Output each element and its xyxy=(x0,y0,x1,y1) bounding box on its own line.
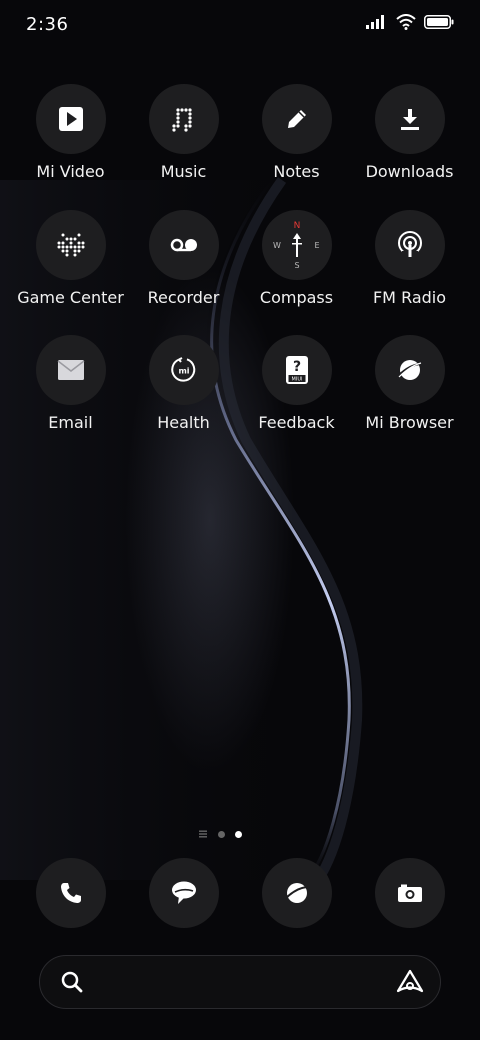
app-drawer-lines-icon xyxy=(199,830,207,838)
compass-west-label: W xyxy=(273,241,281,250)
mi-health-icon: mi xyxy=(170,357,195,382)
download-icon xyxy=(400,109,419,130)
app-compass[interactable]: N W E S Compass xyxy=(240,210,353,307)
health-mi-label: mi xyxy=(178,367,189,376)
app-downloads[interactable]: Downloads xyxy=(353,84,466,181)
app-label: Mi Video xyxy=(36,162,105,181)
app-game-center[interactable]: Game Center xyxy=(14,210,127,307)
assistant-icon[interactable] xyxy=(396,969,424,995)
music-note-icon xyxy=(171,108,192,132)
compass-east-label: E xyxy=(314,241,319,250)
page-indicator[interactable] xyxy=(198,829,242,839)
app-label: Health xyxy=(157,413,210,432)
app-health[interactable]: mi Health xyxy=(127,335,240,432)
wifi-icon xyxy=(396,14,416,30)
game-invader-icon xyxy=(57,233,84,257)
app-label: Recorder xyxy=(147,288,220,307)
camera-icon xyxy=(397,884,422,902)
app-label: Music xyxy=(160,162,207,181)
compass-north-label: N xyxy=(293,221,300,231)
pencil-icon xyxy=(287,110,306,128)
app-label: Compass xyxy=(259,288,334,307)
svg-text:?: ? xyxy=(292,359,300,375)
app-email[interactable]: Email xyxy=(14,335,127,432)
app-label: Notes xyxy=(273,162,320,181)
search-icon xyxy=(61,971,83,993)
voicemail-icon xyxy=(170,238,197,252)
app-music[interactable]: Music xyxy=(127,84,240,181)
dock-phone[interactable] xyxy=(14,858,127,928)
battery-icon xyxy=(424,15,454,29)
signal-icon xyxy=(366,15,384,29)
browser-planet-icon xyxy=(283,883,309,903)
status-time: 2:36 xyxy=(26,14,69,35)
envelope-icon xyxy=(57,360,84,380)
browser-planet-icon xyxy=(396,360,422,380)
compass-icon: N W E S xyxy=(273,221,319,270)
play-icon xyxy=(58,107,83,131)
page-dot-active[interactable] xyxy=(235,830,242,838)
app-label: Game Center xyxy=(17,288,124,307)
app-label: Email xyxy=(48,413,93,432)
chat-bubble-icon xyxy=(171,881,196,904)
app-notes[interactable]: Notes xyxy=(240,84,353,181)
app-label: FM Radio xyxy=(372,288,447,307)
app-label: Feedback xyxy=(258,413,335,432)
app-fm-radio[interactable]: FM Radio xyxy=(353,210,466,307)
search-bar[interactable] xyxy=(39,955,441,1009)
compass-south-label: S xyxy=(294,261,299,270)
feedback-icon: ? MIUI xyxy=(285,356,308,384)
app-feedback[interactable]: ? MIUI Feedback xyxy=(240,335,353,432)
app-recorder[interactable]: Recorder xyxy=(127,210,240,307)
app-mi-video[interactable]: Mi Video xyxy=(14,84,127,181)
app-label: Downloads xyxy=(365,162,454,181)
radio-broadcast-icon xyxy=(397,231,422,259)
phone-icon xyxy=(60,883,81,903)
app-mi-browser[interactable]: Mi Browser xyxy=(353,335,466,432)
page-dot[interactable] xyxy=(218,830,225,838)
feedback-miui-label: MIUI xyxy=(291,377,302,383)
home-screen: 2:36 Mi Video Music Notes Downloads Game… xyxy=(0,0,480,1040)
dock-camera[interactable] xyxy=(353,858,466,928)
dock-browser[interactable] xyxy=(240,858,353,928)
app-label: Mi Browser xyxy=(365,413,454,432)
status-bar: 2:36 xyxy=(0,0,480,50)
dock-messages[interactable] xyxy=(127,858,240,928)
